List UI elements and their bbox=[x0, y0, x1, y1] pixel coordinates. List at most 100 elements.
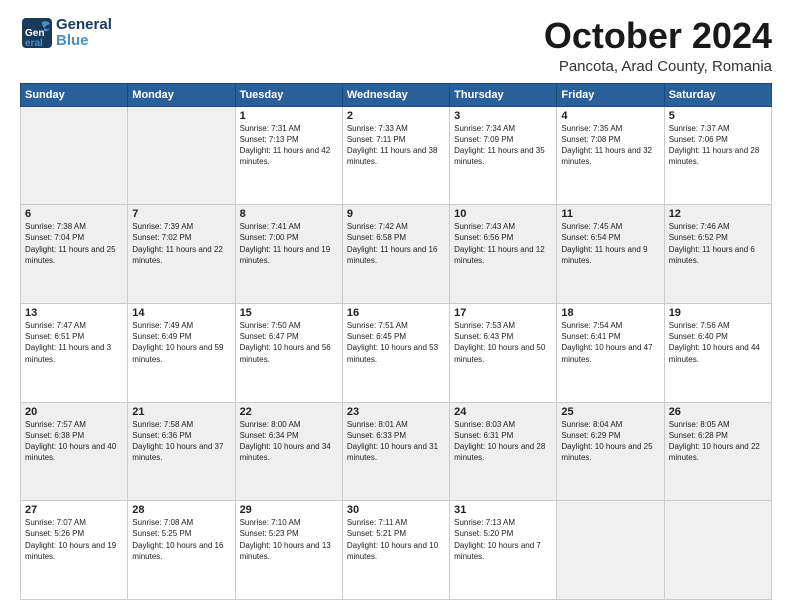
week-row-1: 1Sunrise: 7:31 AM Sunset: 7:13 PM Daylig… bbox=[21, 106, 772, 205]
calendar-cell: 30Sunrise: 7:11 AM Sunset: 5:21 PM Dayli… bbox=[342, 501, 449, 600]
calendar-cell: 13Sunrise: 7:47 AM Sunset: 6:51 PM Dayli… bbox=[21, 303, 128, 402]
day-number: 8 bbox=[240, 208, 338, 220]
day-number: 12 bbox=[669, 208, 767, 220]
col-friday: Friday bbox=[557, 83, 664, 106]
calendar-cell: 1Sunrise: 7:31 AM Sunset: 7:13 PM Daylig… bbox=[235, 106, 342, 205]
calendar-cell: 29Sunrise: 7:10 AM Sunset: 5:23 PM Dayli… bbox=[235, 501, 342, 600]
week-row-2: 6Sunrise: 7:38 AM Sunset: 7:04 PM Daylig… bbox=[21, 205, 772, 304]
day-info: Sunrise: 7:46 AM Sunset: 6:52 PM Dayligh… bbox=[669, 221, 767, 266]
day-info: Sunrise: 7:41 AM Sunset: 7:00 PM Dayligh… bbox=[240, 221, 338, 266]
day-info: Sunrise: 8:00 AM Sunset: 6:34 PM Dayligh… bbox=[240, 419, 338, 464]
day-info: Sunrise: 7:45 AM Sunset: 6:54 PM Dayligh… bbox=[561, 221, 659, 266]
day-info: Sunrise: 8:01 AM Sunset: 6:33 PM Dayligh… bbox=[347, 419, 445, 464]
week-row-4: 20Sunrise: 7:57 AM Sunset: 6:38 PM Dayli… bbox=[21, 402, 772, 501]
day-number: 10 bbox=[454, 208, 552, 220]
day-number: 7 bbox=[132, 208, 230, 220]
logo: Gen eral General Blue bbox=[20, 16, 112, 50]
calendar-cell: 26Sunrise: 8:05 AM Sunset: 6:28 PM Dayli… bbox=[664, 402, 771, 501]
day-number: 4 bbox=[561, 110, 659, 122]
day-info: Sunrise: 7:37 AM Sunset: 7:06 PM Dayligh… bbox=[669, 123, 767, 168]
day-info: Sunrise: 7:57 AM Sunset: 6:38 PM Dayligh… bbox=[25, 419, 123, 464]
day-number: 16 bbox=[347, 307, 445, 319]
day-number: 26 bbox=[669, 406, 767, 418]
calendar-cell bbox=[664, 501, 771, 600]
calendar-cell: 27Sunrise: 7:07 AM Sunset: 5:26 PM Dayli… bbox=[21, 501, 128, 600]
day-info: Sunrise: 8:04 AM Sunset: 6:29 PM Dayligh… bbox=[561, 419, 659, 464]
calendar-cell bbox=[128, 106, 235, 205]
day-info: Sunrise: 7:31 AM Sunset: 7:13 PM Dayligh… bbox=[240, 123, 338, 168]
calendar-cell: 15Sunrise: 7:50 AM Sunset: 6:47 PM Dayli… bbox=[235, 303, 342, 402]
svg-text:eral: eral bbox=[25, 38, 43, 49]
day-info: Sunrise: 7:10 AM Sunset: 5:23 PM Dayligh… bbox=[240, 517, 338, 562]
day-info: Sunrise: 7:53 AM Sunset: 6:43 PM Dayligh… bbox=[454, 320, 552, 365]
day-info: Sunrise: 7:43 AM Sunset: 6:56 PM Dayligh… bbox=[454, 221, 552, 266]
col-wednesday: Wednesday bbox=[342, 83, 449, 106]
calendar-cell: 20Sunrise: 7:57 AM Sunset: 6:38 PM Dayli… bbox=[21, 402, 128, 501]
calendar-header-row: Sunday Monday Tuesday Wednesday Thursday… bbox=[21, 83, 772, 106]
day-number: 25 bbox=[561, 406, 659, 418]
day-number: 28 bbox=[132, 504, 230, 516]
calendar: Sunday Monday Tuesday Wednesday Thursday… bbox=[20, 83, 772, 600]
day-info: Sunrise: 7:54 AM Sunset: 6:41 PM Dayligh… bbox=[561, 320, 659, 365]
day-info: Sunrise: 7:49 AM Sunset: 6:49 PM Dayligh… bbox=[132, 320, 230, 365]
calendar-cell: 8Sunrise: 7:41 AM Sunset: 7:00 PM Daylig… bbox=[235, 205, 342, 304]
calendar-cell: 21Sunrise: 7:58 AM Sunset: 6:36 PM Dayli… bbox=[128, 402, 235, 501]
day-number: 6 bbox=[25, 208, 123, 220]
day-info: Sunrise: 7:38 AM Sunset: 7:04 PM Dayligh… bbox=[25, 221, 123, 266]
day-info: Sunrise: 7:34 AM Sunset: 7:09 PM Dayligh… bbox=[454, 123, 552, 168]
day-info: Sunrise: 7:39 AM Sunset: 7:02 PM Dayligh… bbox=[132, 221, 230, 266]
month-title: October 2024 bbox=[544, 16, 772, 56]
calendar-cell: 3Sunrise: 7:34 AM Sunset: 7:09 PM Daylig… bbox=[450, 106, 557, 205]
day-number: 17 bbox=[454, 307, 552, 319]
day-number: 5 bbox=[669, 110, 767, 122]
day-info: Sunrise: 7:08 AM Sunset: 5:25 PM Dayligh… bbox=[132, 517, 230, 562]
day-info: Sunrise: 7:47 AM Sunset: 6:51 PM Dayligh… bbox=[25, 320, 123, 365]
calendar-cell: 18Sunrise: 7:54 AM Sunset: 6:41 PM Dayli… bbox=[557, 303, 664, 402]
day-info: Sunrise: 7:50 AM Sunset: 6:47 PM Dayligh… bbox=[240, 320, 338, 365]
day-info: Sunrise: 8:03 AM Sunset: 6:31 PM Dayligh… bbox=[454, 419, 552, 464]
col-sunday: Sunday bbox=[21, 83, 128, 106]
day-number: 14 bbox=[132, 307, 230, 319]
calendar-cell: 16Sunrise: 7:51 AM Sunset: 6:45 PM Dayli… bbox=[342, 303, 449, 402]
logo-general: General bbox=[56, 17, 112, 34]
day-info: Sunrise: 7:56 AM Sunset: 6:40 PM Dayligh… bbox=[669, 320, 767, 365]
day-number: 19 bbox=[669, 307, 767, 319]
day-number: 11 bbox=[561, 208, 659, 220]
day-number: 31 bbox=[454, 504, 552, 516]
calendar-cell: 14Sunrise: 7:49 AM Sunset: 6:49 PM Dayli… bbox=[128, 303, 235, 402]
calendar-cell: 28Sunrise: 7:08 AM Sunset: 5:25 PM Dayli… bbox=[128, 501, 235, 600]
calendar-cell: 31Sunrise: 7:13 AM Sunset: 5:20 PM Dayli… bbox=[450, 501, 557, 600]
calendar-cell: 2Sunrise: 7:33 AM Sunset: 7:11 PM Daylig… bbox=[342, 106, 449, 205]
day-number: 13 bbox=[25, 307, 123, 319]
day-number: 23 bbox=[347, 406, 445, 418]
calendar-cell: 11Sunrise: 7:45 AM Sunset: 6:54 PM Dayli… bbox=[557, 205, 664, 304]
day-info: Sunrise: 7:33 AM Sunset: 7:11 PM Dayligh… bbox=[347, 123, 445, 168]
calendar-cell: 10Sunrise: 7:43 AM Sunset: 6:56 PM Dayli… bbox=[450, 205, 557, 304]
calendar-cell: 6Sunrise: 7:38 AM Sunset: 7:04 PM Daylig… bbox=[21, 205, 128, 304]
day-info: Sunrise: 7:42 AM Sunset: 6:58 PM Dayligh… bbox=[347, 221, 445, 266]
day-number: 21 bbox=[132, 406, 230, 418]
calendar-cell: 7Sunrise: 7:39 AM Sunset: 7:02 PM Daylig… bbox=[128, 205, 235, 304]
day-info: Sunrise: 7:13 AM Sunset: 5:20 PM Dayligh… bbox=[454, 517, 552, 562]
calendar-cell: 23Sunrise: 8:01 AM Sunset: 6:33 PM Dayli… bbox=[342, 402, 449, 501]
day-number: 30 bbox=[347, 504, 445, 516]
day-number: 18 bbox=[561, 307, 659, 319]
week-row-3: 13Sunrise: 7:47 AM Sunset: 6:51 PM Dayli… bbox=[21, 303, 772, 402]
day-info: Sunrise: 7:58 AM Sunset: 6:36 PM Dayligh… bbox=[132, 419, 230, 464]
calendar-cell bbox=[21, 106, 128, 205]
day-info: Sunrise: 7:51 AM Sunset: 6:45 PM Dayligh… bbox=[347, 320, 445, 365]
col-saturday: Saturday bbox=[664, 83, 771, 106]
day-info: Sunrise: 7:35 AM Sunset: 7:08 PM Dayligh… bbox=[561, 123, 659, 168]
page: Gen eral General Blue October 2024 Panco… bbox=[0, 0, 792, 612]
header: Gen eral General Blue October 2024 Panco… bbox=[20, 16, 772, 75]
day-number: 22 bbox=[240, 406, 338, 418]
logo-blue: Blue bbox=[56, 33, 112, 50]
calendar-cell: 4Sunrise: 7:35 AM Sunset: 7:08 PM Daylig… bbox=[557, 106, 664, 205]
calendar-cell: 25Sunrise: 8:04 AM Sunset: 6:29 PM Dayli… bbox=[557, 402, 664, 501]
calendar-cell: 24Sunrise: 8:03 AM Sunset: 6:31 PM Dayli… bbox=[450, 402, 557, 501]
day-info: Sunrise: 8:05 AM Sunset: 6:28 PM Dayligh… bbox=[669, 419, 767, 464]
calendar-cell bbox=[557, 501, 664, 600]
location: Pancota, Arad County, Romania bbox=[544, 58, 772, 75]
day-number: 9 bbox=[347, 208, 445, 220]
week-row-5: 27Sunrise: 7:07 AM Sunset: 5:26 PM Dayli… bbox=[21, 501, 772, 600]
